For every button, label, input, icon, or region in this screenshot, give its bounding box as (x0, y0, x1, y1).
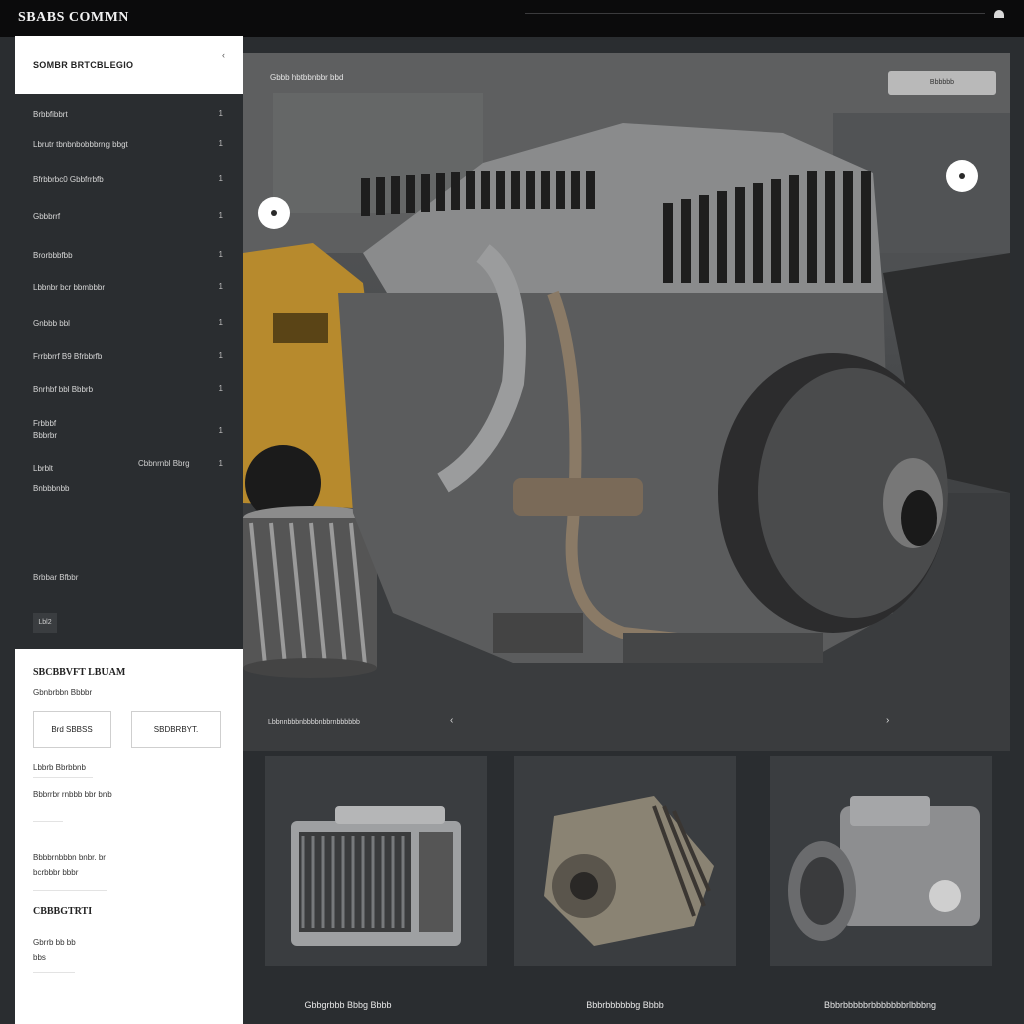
sidebar-item[interactable]: Lbbnbr bcr bbmbbbr 1 (15, 282, 243, 312)
product-card-radiator[interactable] (265, 756, 487, 966)
sidebar-item-label: Brorbbbfbb (33, 251, 73, 260)
sidebar-item[interactable]: Frrbbrrf B9 Bfrbbrfb 1 (15, 351, 243, 381)
prev-arrow-icon[interactable]: ‹ (450, 715, 453, 726)
sidebar-item-label: Bfrbbrbc0 Gbbfrrbfb (33, 175, 104, 184)
card-caption: Gbbgrbbb Bbbg Bbbb (304, 1000, 392, 1010)
panel-divider (33, 821, 63, 822)
sidebar: SOMBR BRTCBLEGIO ‹ Brbbfibbrt 1 Lbrutr t… (15, 36, 243, 649)
sidebar-item-count: 1 (218, 250, 223, 259)
product-card-alternator[interactable] (514, 756, 736, 966)
engine-image (788, 796, 980, 941)
panel-section-title: CBBBGTRTI (33, 906, 93, 917)
panel-divider (33, 972, 75, 973)
panel-button-1[interactable]: Brd SBBSS (33, 711, 111, 748)
sidebar-item-extra: Cbbnrnbl Bbrg (138, 459, 190, 468)
collapse-chevron-icon[interactable]: ‹ (222, 50, 225, 60)
sidebar-item[interactable]: Lbrutr tbnbnbobbbrng bbgt 1 (15, 139, 243, 169)
panel-text: bbs (33, 953, 46, 962)
user-icon[interactable] (994, 10, 1004, 18)
sidebar-item-count: 1 (218, 109, 223, 118)
sidebar-item[interactable]: Brorbbbfbb 1 (15, 250, 243, 280)
sidebar-item-label: Brbbfibbrt (33, 110, 68, 119)
sidebar-item[interactable]: Brbbfibbrt 1 (15, 109, 243, 139)
panel-subtitle: Gbnbrbbn Bbbbr (33, 688, 93, 697)
sidebar-item[interactable]: Gnbbb bbl 1 (15, 318, 243, 348)
sidebar-item-label: Frrbbrrf B9 Bfrbbrfb (33, 352, 103, 361)
panel-text: bcrbbbr bbbr (33, 868, 79, 877)
sidebar-title: SOMBR BRTCBLEGIO (33, 60, 134, 70)
sidebar-item[interactable]: Gbbbrrf 1 (15, 211, 243, 241)
sidebar-item-label: Gnbbb bbl (33, 319, 70, 328)
engine-illustration (243, 53, 1010, 751)
filter-panel: SBCBBVFT LBUAM Gbnbrbbn Bbbbr Brd SBBSS … (15, 649, 243, 1024)
sidebar-item-count: 1 (218, 211, 223, 220)
sidebar-item-count: 1 (218, 139, 223, 148)
sidebar-item[interactable]: Bnrhbf bbl Bbbrb 1 (15, 384, 243, 414)
hotspot-marker[interactable] (946, 160, 978, 192)
card-caption: Bbbrbbbbbbg Bbbb (586, 1000, 664, 1010)
sidebar-footer-button[interactable]: Lbl2 (33, 613, 57, 633)
hero-label: Gbbb hbtbbnbbr bbd (270, 73, 344, 82)
sidebar-item-count: 1 (218, 174, 223, 183)
sidebar-item-label: Frbbbf Bbbrbr (33, 419, 58, 440)
sidebar-item-count: 1 (218, 459, 223, 468)
sidebar-item[interactable]: Bfrbbrbc0 Gbbfrrbfb 1 (15, 174, 243, 204)
sidebar-footer-text: Brbbar Bfbbr (33, 573, 79, 582)
sidebar-item-label: Bnrhbf bbl Bbbrb (33, 385, 94, 394)
card-caption: Bbbrbbbbbrbbbbbbbrlbbbng (823, 1000, 937, 1010)
sidebar-item-count: 1 (218, 318, 223, 327)
panel-divider (33, 777, 93, 778)
sidebar-item-label: Gbbbrrf (33, 212, 61, 221)
panel-text: Bbbrrbr rnbbb bbr bnb (33, 790, 112, 799)
sidebar-item-label: Lbbnbr bcr bbmbbbr (33, 283, 106, 292)
product-card-engine[interactable] (770, 756, 992, 966)
panel-title: SBCBBVFT LBUAM (33, 667, 126, 678)
top-bar: SBABS COMMN (0, 0, 1024, 37)
panel-text: Bbbbrnbbbn bnbr. br (33, 853, 106, 862)
sidebar-item-count: 1 (218, 351, 223, 360)
sidebar-item[interactable]: Lbrblt Bnbbbnbb Cbbnrnbl Bbrg 1 (15, 459, 243, 495)
sidebar-header: SOMBR BRTCBLEGIO ‹ (15, 36, 243, 94)
panel-button-2[interactable]: SBDBRBYT. (131, 711, 221, 748)
sidebar-item-label: Lbrutr tbnbnbobbbrng bbgt (33, 140, 128, 149)
product-cards: Gbbgrbbb Bbbg Bbbb Bbbrbbbbbbg Bbbb Bbbr… (243, 751, 1024, 1024)
panel-text: Gbrrb bb bb (33, 938, 76, 947)
panel-text: Lbbrb Bbrbbnb (33, 763, 86, 772)
brand-title[interactable]: SBABS COMMN (18, 10, 129, 26)
sidebar-item-label: Lbrblt Bnbbbnbb (33, 464, 70, 493)
top-divider (525, 13, 985, 14)
next-arrow-icon[interactable]: › (886, 715, 889, 726)
hero-image: Gbbb hbtbbnbbr bbd Bbbbbb Lbbnnbbbnbbbbn… (243, 53, 1010, 751)
sidebar-item[interactable]: Frbbbf Bbbrbr 1 (15, 418, 243, 454)
hero-action-button[interactable]: Bbbbbb (888, 71, 996, 95)
panel-divider (33, 890, 107, 891)
hero-caption: Lbbnnbbbnbbbbnbbrnbbbbbb (268, 719, 360, 726)
sidebar-item-count: 1 (218, 384, 223, 393)
sidebar-item-count: 1 (218, 426, 223, 435)
radiator-image (291, 806, 461, 946)
alternator-image (544, 796, 714, 946)
sidebar-item-count: 1 (218, 282, 223, 291)
hotspot-marker[interactable] (258, 197, 290, 229)
